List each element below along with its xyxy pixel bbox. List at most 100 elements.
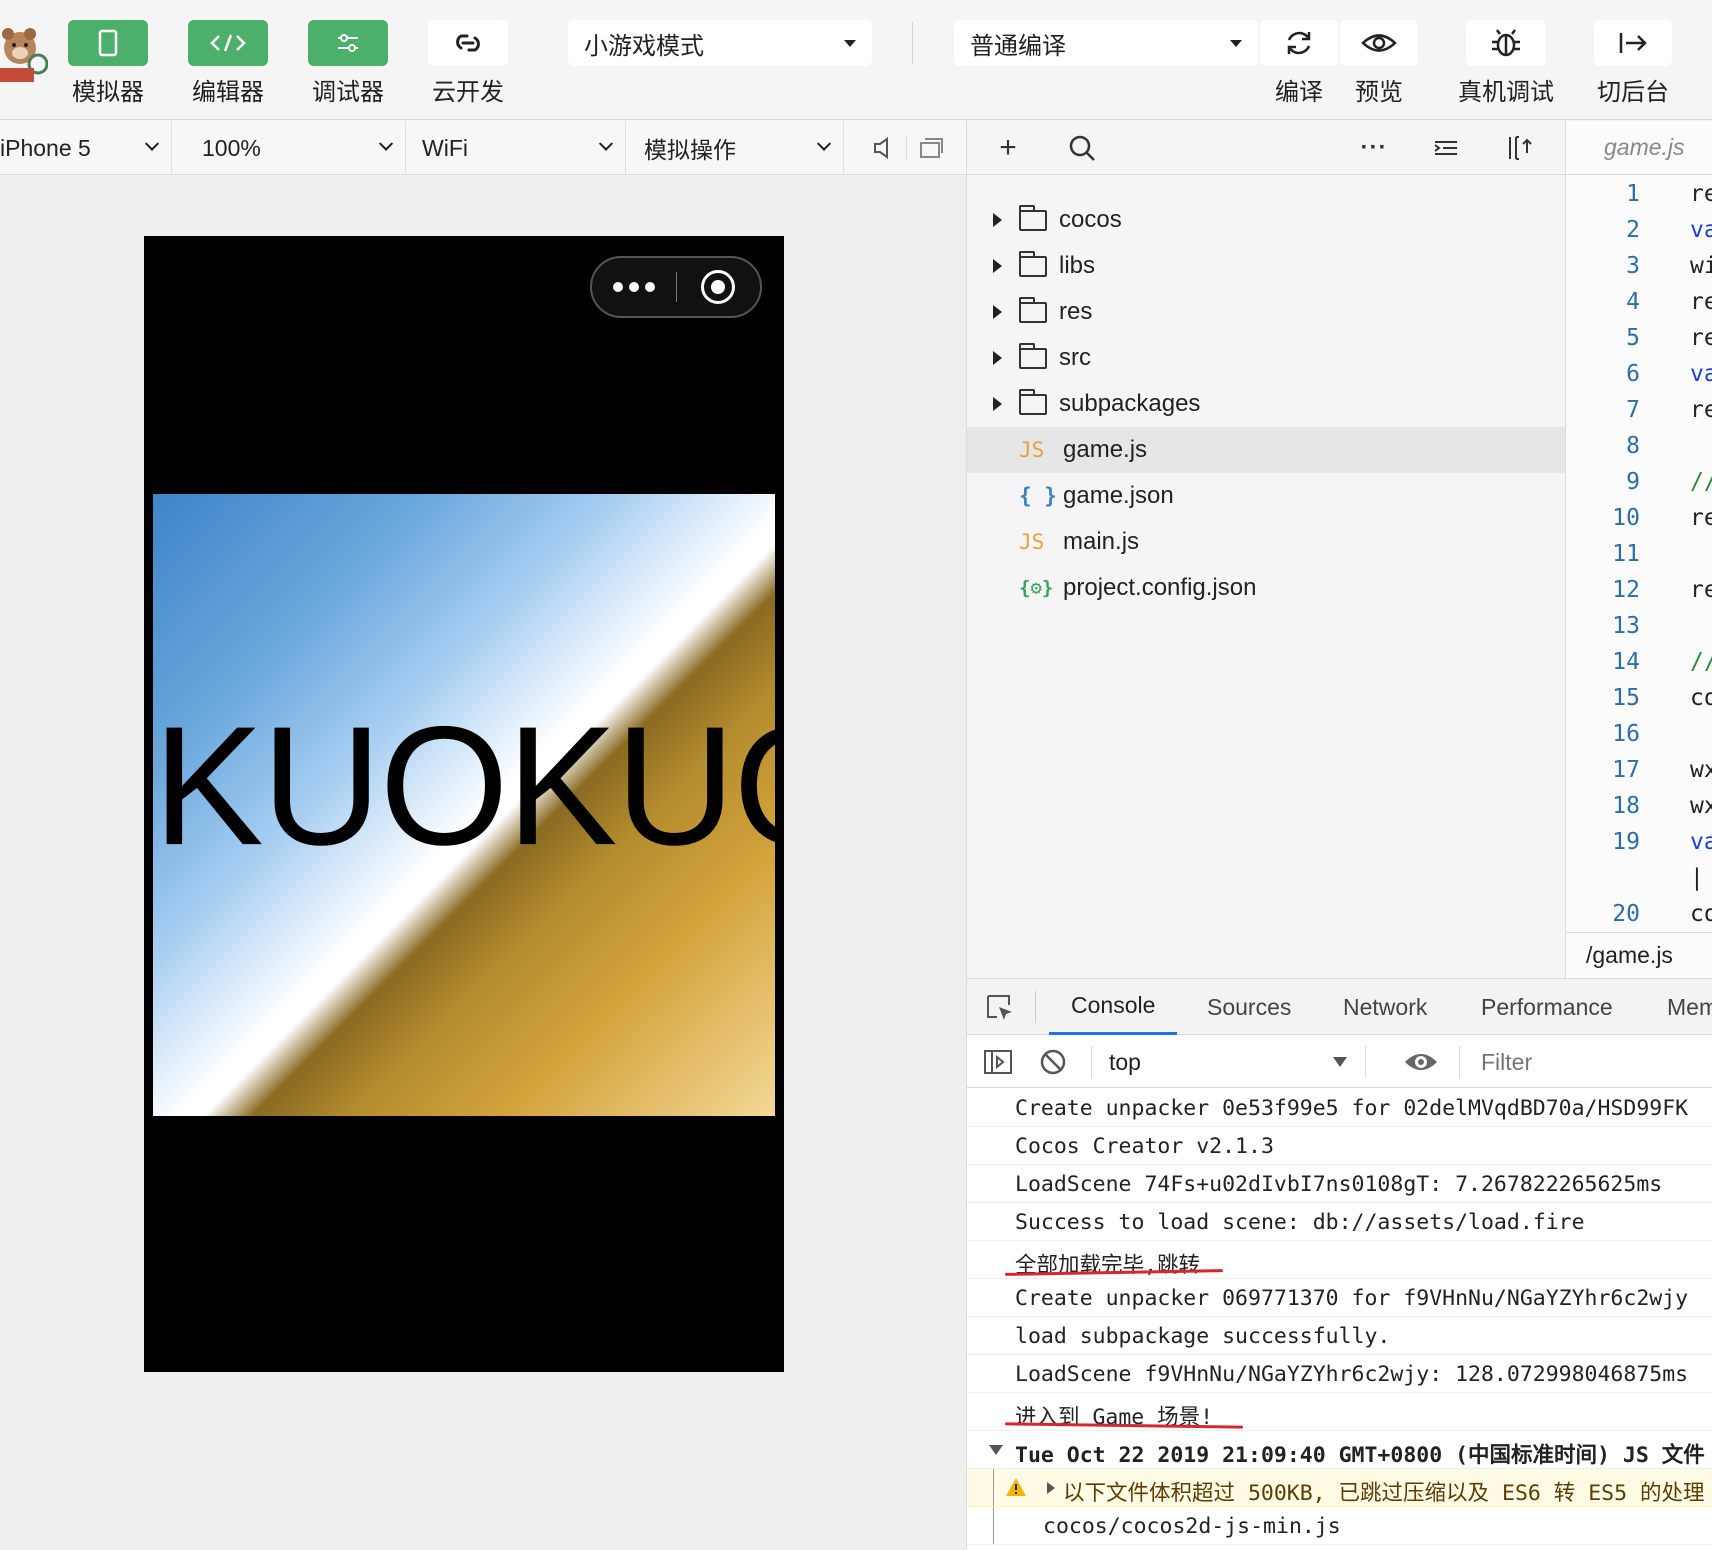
compile-mode-select[interactable]: 普通编译 [954, 20, 1258, 66]
mode-select-value: 小游戏模式 [584, 31, 704, 60]
file-name: game.json [1063, 482, 1174, 509]
more-options-icon[interactable]: ··· [1359, 133, 1389, 163]
phone-screen[interactable]: KUOKUO [144, 236, 784, 1372]
show-sidebar-icon[interactable] [983, 1049, 1013, 1075]
line-number: 12 [1612, 577, 1640, 603]
console-line: LoadScene f9VHnNu/NGaYZYhr6c2wjy: 128.07… [967, 1355, 1712, 1393]
line-number: 14 [1612, 649, 1640, 675]
zoom-select[interactable]: 100% [188, 121, 406, 175]
console-line-text: load subpackage successfully. [1015, 1324, 1391, 1349]
folder-cocos[interactable]: cocos [967, 197, 1565, 243]
device-select[interactable]: iPhone 5 [0, 121, 172, 175]
compile-mode-value: 普通编译 [970, 31, 1066, 60]
editor-tab-game-js[interactable]: game.js [1566, 121, 1712, 175]
dock-left-icon[interactable] [1505, 133, 1535, 163]
device-chevron-down-icon [144, 136, 160, 151]
file-project-config-json[interactable]: {⚙} project.config.json [967, 565, 1565, 611]
js-file-icon: JS [1019, 438, 1045, 462]
user-avatar[interactable] [0, 20, 48, 82]
folder-name: src [1059, 344, 1091, 371]
tab-network[interactable]: Network [1343, 979, 1427, 1035]
folder-icon [1019, 204, 1047, 231]
main-toolbar: 模拟器 编辑器 调试器 云开发 小游戏模式 普通编译 编译 预览 真机调试 切后… [0, 0, 1712, 120]
mode-select-caret-icon [844, 39, 856, 47]
console-group-header[interactable]: Tue Oct 22 2019 21:09:40 GMT+0800 (中国标准时… [967, 1431, 1712, 1469]
debugger-toggle-button[interactable]: 调试器 [308, 20, 388, 107]
volume-icon[interactable] [872, 136, 894, 160]
line-number: 2 [1626, 217, 1640, 243]
console-bar-divider [1091, 1046, 1092, 1078]
console-line-text: Tue Oct 22 2019 21:09:40 GMT+0800 (中国标准时… [1015, 1443, 1705, 1468]
group-indent-line [993, 1507, 994, 1544]
file-game-js[interactable]: JS game.js [967, 427, 1565, 473]
mode-select[interactable]: 小游戏模式 [568, 20, 872, 66]
code-line: 20 co [1566, 897, 1712, 933]
collapse-all-icon[interactable] [1431, 133, 1461, 163]
preview-label: 预览 [1355, 78, 1403, 106]
console-line-text: Success to load scene: db://assets/load.… [1015, 1210, 1585, 1235]
code-line: 12 re [1566, 573, 1712, 609]
line-number: 9 [1626, 469, 1640, 495]
simulator-label: 模拟器 [72, 78, 144, 106]
cloud-link-icon [456, 34, 480, 52]
device-debug-button[interactable]: 真机调试 [1458, 20, 1554, 107]
expand-down-arrow-icon[interactable] [989, 1445, 1003, 1455]
file-main-js[interactable]: JS main.js [967, 519, 1565, 565]
cloud-dev-button[interactable]: 云开发 [428, 20, 508, 107]
inspect-element-icon[interactable] [985, 993, 1015, 1023]
editor-lines[interactable]: 1 re 2 va 3 wi 4 re 5 re 6 va 7 re 8 9 // 10 re 1… [1566, 177, 1712, 933]
sliders-icon [338, 34, 358, 52]
folder-icon [1019, 388, 1047, 415]
code-line: 1 re [1566, 177, 1712, 213]
file-game-json[interactable]: { } game.json [967, 473, 1565, 519]
game-canvas[interactable]: KUOKUO [153, 494, 775, 1116]
expand-right-arrow-icon[interactable] [1047, 1482, 1055, 1494]
expand-arrow-icon [993, 305, 1002, 319]
line-code: va [1690, 361, 1712, 387]
mini-game-capsule[interactable] [590, 256, 762, 318]
clear-console-icon[interactable] [1039, 1048, 1067, 1076]
devtools-panel: Console Sources Network Performance Memo… [966, 978, 1712, 1550]
tab-performance[interactable]: Performance [1481, 979, 1613, 1035]
line-code: // [1690, 649, 1712, 675]
network-select[interactable]: WiFi [408, 121, 626, 175]
line-number: 7 [1626, 397, 1640, 423]
explorer-toolbar: + ··· [967, 121, 1565, 175]
add-file-icon[interactable]: + [993, 131, 1023, 164]
file-name: project.config.json [1063, 574, 1257, 601]
console-line: 进入到 Game 场景! [967, 1393, 1712, 1431]
search-icon[interactable] [1067, 133, 1097, 163]
folder-res[interactable]: res [967, 289, 1565, 335]
devtools-tabs: Console Sources Network Performance Memo… [967, 979, 1712, 1035]
simbar-divider [906, 135, 907, 161]
compile-button[interactable]: 编译 [1260, 20, 1338, 107]
live-expression-eye-icon[interactable] [1403, 1050, 1439, 1074]
network-select-value: WiFi [422, 134, 468, 161]
json-file-icon: { } [1019, 484, 1057, 508]
tab-sources[interactable]: Sources [1207, 979, 1291, 1035]
folder-name: libs [1059, 252, 1096, 279]
console-filter-input[interactable] [1471, 1042, 1712, 1082]
tab-console[interactable]: Console [1049, 979, 1178, 1035]
simulator-toggle-button[interactable]: 模拟器 [68, 20, 148, 107]
editor-toggle-button[interactable]: 编辑器 [188, 20, 268, 107]
tab-memory[interactable]: Memory [1667, 979, 1712, 1035]
folder-libs[interactable]: libs [967, 243, 1565, 289]
operation-chevron-down-icon [816, 136, 832, 151]
console-line-text: Cocos Creator v2.1.3 [1015, 1134, 1274, 1159]
more-menu-icon[interactable] [592, 282, 676, 292]
folder-subpackages[interactable]: subpackages [967, 381, 1565, 427]
console-line: Success to load scene: db://assets/load.… [967, 1203, 1712, 1241]
preview-button[interactable]: 预览 [1340, 20, 1418, 107]
simulate-operation-select[interactable]: 模拟操作 [630, 121, 844, 175]
background-switch-button[interactable]: 切后台 [1594, 20, 1672, 107]
line-code: re [1690, 577, 1712, 603]
close-circle-icon[interactable] [676, 270, 760, 304]
group-indent-line [993, 1469, 994, 1506]
context-select[interactable]: top [1109, 1036, 1347, 1088]
detach-window-icon[interactable] [918, 136, 944, 160]
console-output: Create unpacker 0e53f99e5 for 02delMVqdB… [967, 1089, 1712, 1545]
compile-label: 编译 [1275, 78, 1323, 106]
folder-src[interactable]: src [967, 335, 1565, 381]
console-warning-line[interactable]: 以下文件体积超过 500KB, 已跳过压缩以及 ES6 转 ES5 的处理 [967, 1469, 1712, 1507]
